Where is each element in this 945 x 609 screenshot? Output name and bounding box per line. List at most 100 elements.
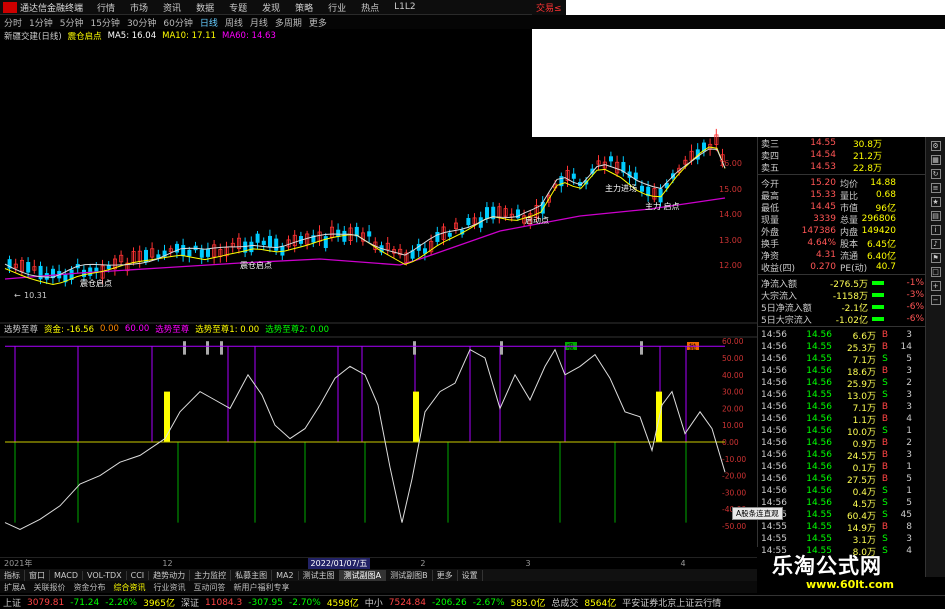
tab-window[interactable]: 窗口: [25, 569, 50, 581]
menu-item-news[interactable]: 资讯: [163, 1, 181, 14]
tick-count: 45: [900, 510, 912, 520]
signal-label: 启动点: [525, 215, 549, 225]
menu-item-market[interactable]: 市场: [130, 1, 148, 14]
menu-item-topics[interactable]: 专题: [229, 1, 247, 14]
tab-qa[interactable]: 互动问答: [189, 582, 229, 593]
tab-related[interactable]: 关联报价: [29, 582, 69, 593]
stat-value: 40.7: [875, 262, 896, 272]
tick-count: 5: [906, 474, 912, 484]
tab-vol[interactable]: VOL-TDX: [83, 570, 127, 580]
tab-test-main[interactable]: 测试主图: [299, 569, 340, 581]
trade-menu[interactable]: 交易≤: [532, 0, 566, 15]
tick-direction: S: [882, 510, 888, 520]
tab-macd[interactable]: MACD: [50, 570, 83, 580]
minus-icon[interactable]: −: [930, 295, 941, 305]
period-timeshare[interactable]: 分时: [4, 16, 22, 29]
list-icon[interactable]: ≡: [930, 183, 941, 193]
menu-item-strategy[interactable]: 策略: [295, 1, 313, 14]
candle-body: [640, 185, 645, 192]
tab-ma2[interactable]: MA2: [272, 570, 299, 580]
tick-row: 14:56 14.56 0.9万 B 2: [758, 437, 925, 450]
tab-cci[interactable]: CCI: [127, 570, 150, 580]
chart-icon[interactable]: ▤: [930, 211, 941, 221]
tick-row: 14:56 14.56 7.1万 B 3: [758, 401, 925, 414]
period-monthly[interactable]: 月线: [250, 16, 268, 29]
tab-fund-dist[interactable]: 资金分布: [69, 582, 109, 593]
flag-icon[interactable]: ⚑: [930, 253, 941, 263]
period-multi[interactable]: 多周期: [275, 16, 302, 29]
indicator-tick: 40.00: [722, 371, 744, 380]
settings-icon[interactable]: ⚙: [930, 141, 941, 151]
tick-direction: B: [881, 438, 889, 448]
tick-row: 14:56 14.56 6.6万 B 3: [758, 329, 925, 342]
tab-industry-news[interactable]: 行业资讯: [149, 582, 189, 593]
refresh-icon[interactable]: ↻: [930, 169, 941, 179]
tick-price: 14.56: [806, 426, 832, 436]
grid-icon[interactable]: ▦: [930, 155, 941, 165]
bell-icon[interactable]: ♪: [930, 239, 941, 249]
tab-test-a[interactable]: 测试副图A: [339, 569, 387, 581]
tick-direction: B: [881, 462, 889, 472]
tick-direction: S: [882, 534, 888, 544]
indicator-tick: 50.00: [722, 354, 744, 363]
info-icon[interactable]: i: [930, 225, 941, 235]
tab-extend[interactable]: 扩展A: [0, 582, 29, 593]
menu-item-quotes[interactable]: 行情: [97, 1, 115, 14]
tick-direction: B: [881, 522, 889, 532]
tab-news[interactable]: 综合资讯: [109, 582, 149, 593]
price-tick: 12.00: [719, 261, 742, 270]
tab-welfare[interactable]: 新用户福利专享: [229, 582, 293, 593]
period-30min[interactable]: 30分钟: [127, 16, 156, 29]
tab-settings[interactable]: 设置: [458, 569, 483, 581]
tick-price: 14.56: [806, 498, 832, 508]
stat-value: 4.64%: [807, 238, 836, 248]
menu-item-discover[interactable]: 发现: [262, 1, 280, 14]
indicator-name[interactable]: 选势至尊: [4, 323, 38, 335]
tab-private[interactable]: 私募主图: [231, 569, 273, 581]
indicator-n3: 选势至尊2: 0.00: [265, 324, 330, 335]
news-ticker[interactable]: 平安证券北京上证云行情: [622, 596, 721, 609]
ma60-value: MA60: 14.63: [222, 30, 276, 41]
period-more[interactable]: 更多: [309, 16, 327, 29]
tab-trend[interactable]: 趋势动力: [149, 569, 191, 581]
ask-price: 14.55: [810, 138, 836, 148]
tab-test-b[interactable]: 测试副图B: [386, 569, 433, 581]
sh-name[interactable]: 上证: [3, 596, 21, 609]
tick-time: 14:56: [761, 486, 787, 496]
stat-value: 14.88: [870, 178, 896, 188]
period-weekly[interactable]: 周线: [225, 16, 243, 29]
tab-indicator[interactable]: 指标: [0, 569, 25, 581]
fund-flow: 净流入额 -276.5万 -1% 大宗流入 -1158万 -3% 5日净流入额 -2.1亿 -6…: [758, 277, 925, 327]
watermark-url: www.60lt.com: [806, 578, 895, 591]
zx-name[interactable]: 中小: [365, 596, 383, 609]
tab-monitor[interactable]: 主力监控: [190, 569, 232, 581]
total-value: 8564亿: [584, 599, 617, 609]
plus-icon[interactable]: +: [930, 281, 941, 291]
period-15min[interactable]: 15分钟: [90, 16, 119, 29]
tick-list[interactable]: 14:56 14.56 6.6万 B 3 14:56 14.55 25.3万 B 14 14:56 1…: [758, 329, 925, 558]
candle-body: [323, 236, 328, 248]
tick-count: 2: [906, 438, 912, 448]
candle-body: [26, 262, 31, 273]
signal-label: 主力进场: [605, 183, 637, 193]
ma5-value: MA5: 16.04: [107, 30, 157, 41]
menu-item-l1l2[interactable]: L1L2: [394, 2, 415, 12]
menu-item-industry[interactable]: 行业: [328, 1, 346, 14]
period-daily[interactable]: 日线: [200, 16, 218, 29]
kline-chart[interactable]: 16.0015.0014.0013.0012.00 震仓启点震仓启点启动点主力进…: [0, 41, 757, 556]
watermark: 乐淘公式网 www.60lt.com: [758, 548, 945, 594]
period-60min[interactable]: 60分钟: [163, 16, 192, 29]
square-icon[interactable]: □: [930, 267, 941, 277]
menu-item-data[interactable]: 数据: [196, 1, 214, 14]
fund-pct: -6%: [906, 302, 924, 312]
menu-item-hotspot[interactable]: 热点: [361, 1, 379, 14]
candle-body: [466, 217, 471, 226]
star-icon[interactable]: ★: [930, 197, 941, 207]
sh-change: -71.24: [70, 597, 100, 608]
period-1min[interactable]: 1分钟: [29, 16, 53, 29]
tick-count: 1: [906, 426, 912, 436]
period-5min[interactable]: 5分钟: [60, 16, 84, 29]
tab-more[interactable]: 更多: [433, 569, 458, 581]
sz-name[interactable]: 深证: [181, 596, 199, 609]
candle-body: [106, 264, 111, 270]
